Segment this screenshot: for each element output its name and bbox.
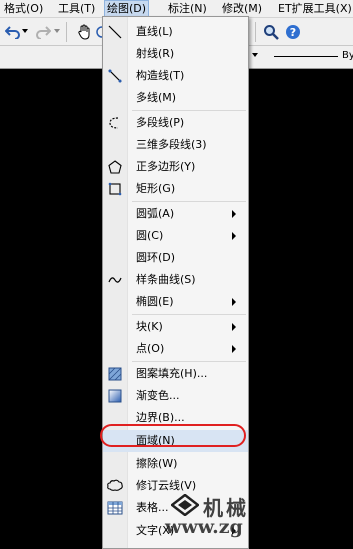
menu-item-line[interactable]: 直线(L) bbox=[103, 21, 248, 43]
menu-item-label: 边界(B)... bbox=[136, 411, 185, 424]
line-icon bbox=[107, 24, 123, 40]
menu-item-label: 擦除(W) bbox=[136, 457, 178, 470]
submenu-arrow-icon bbox=[232, 298, 236, 306]
toolbar-separator bbox=[66, 22, 67, 42]
menu-draw[interactable]: 绘图(D) bbox=[104, 0, 150, 17]
submenu-arrow-icon bbox=[232, 210, 236, 218]
hatch-icon bbox=[107, 366, 123, 382]
menu-item-polygon[interactable]: 正多边形(Y) bbox=[103, 156, 248, 178]
menu-item-label: 多段线(P) bbox=[136, 116, 185, 129]
menu-item-label: 文字(X) bbox=[136, 524, 175, 537]
menu-item-polyline[interactable]: 多段线(P) bbox=[103, 112, 248, 134]
menu-item-label: 椭圆(E) bbox=[136, 295, 174, 308]
menu-item-donut[interactable]: 圆环(D) bbox=[103, 247, 248, 269]
submenu-arrow-icon bbox=[232, 323, 236, 331]
menu-item-label: 圆(C) bbox=[136, 229, 164, 242]
menu-item-label: 面域(N) bbox=[136, 434, 175, 447]
menu-separator bbox=[132, 361, 246, 362]
menu-item-construction-line[interactable]: 构造线(T) bbox=[103, 65, 248, 87]
construction-line-icon bbox=[107, 68, 123, 84]
menu-item-label: 渐变色... bbox=[136, 389, 180, 402]
menu-item-label: 块(K) bbox=[136, 320, 163, 333]
menu-item-label: 图案填充(H)... bbox=[136, 367, 208, 380]
submenu-arrow-icon bbox=[232, 232, 236, 240]
menu-item-label: 点(O) bbox=[136, 342, 165, 355]
menu-item-label: 修订云线(V) bbox=[136, 479, 197, 492]
menu-format[interactable]: 格式(O) bbox=[2, 1, 45, 16]
menu-item-text[interactable]: 文字(X) bbox=[103, 520, 248, 542]
lineweight-combo[interactable]: By bbox=[342, 50, 353, 61]
pan-hand-icon[interactable] bbox=[76, 23, 94, 41]
menu-item-multiline[interactable]: 多线(M) bbox=[103, 87, 248, 109]
menu-item-region[interactable]: 面域(N) bbox=[103, 430, 248, 452]
menu-item-label: 多线(M) bbox=[136, 91, 177, 104]
menu-item-gradient[interactable]: 渐变色... bbox=[103, 385, 248, 407]
menu-item-revision-cloud[interactable]: 修订云线(V) bbox=[103, 475, 248, 497]
menu-item-label: 射线(R) bbox=[136, 47, 175, 60]
menu-item-label: 矩形(G) bbox=[136, 182, 176, 195]
polyline-icon bbox=[107, 115, 123, 131]
menu-separator bbox=[132, 110, 246, 111]
menu-item-table[interactable]: 表格... bbox=[103, 497, 248, 519]
menu-item-point[interactable]: 点(O) bbox=[103, 338, 248, 360]
menu-item-boundary[interactable]: 边界(B)... bbox=[103, 407, 248, 429]
submenu-arrow-icon bbox=[232, 527, 236, 535]
menu-item-rectangle[interactable]: 矩形(G) bbox=[103, 178, 248, 200]
submenu-arrow-icon bbox=[232, 345, 236, 353]
menu-item-label: 正多边形(Y) bbox=[136, 160, 196, 173]
menu-separator bbox=[132, 201, 246, 202]
menu-item-arc[interactable]: 圆弧(A) bbox=[103, 203, 248, 225]
help-icon[interactable]: ? bbox=[284, 23, 302, 41]
revcloud-icon bbox=[107, 478, 123, 494]
menu-item-label: 圆环(D) bbox=[136, 251, 176, 264]
layer-dropdown-arrow-icon[interactable] bbox=[252, 53, 258, 57]
gradient-icon bbox=[107, 388, 123, 404]
menu-item-label: 圆弧(A) bbox=[136, 207, 175, 220]
menu-item-block[interactable]: 块(K) bbox=[103, 316, 248, 338]
menu-item-wipeout[interactable]: 擦除(W) bbox=[103, 453, 248, 475]
menu-item-label: 直线(L) bbox=[136, 25, 173, 38]
redo-icon[interactable] bbox=[34, 24, 52, 40]
spline-icon bbox=[107, 272, 123, 288]
menu-item-circle[interactable]: 圆(C) bbox=[103, 225, 248, 247]
rectangle-icon bbox=[107, 181, 123, 197]
menu-separator bbox=[132, 314, 246, 315]
menu-item-ray[interactable]: 射线(R) bbox=[103, 43, 248, 65]
properties-magnifier-icon[interactable] bbox=[262, 23, 280, 41]
menu-item-label: 表格... bbox=[136, 501, 169, 514]
menu-item-ellipse[interactable]: 椭圆(E) bbox=[103, 291, 248, 313]
menu-item-label: 三维多段线(3) bbox=[136, 138, 207, 151]
menu-item-label: 样条曲线(S) bbox=[136, 273, 196, 286]
menu-modify[interactable]: 修改(M) bbox=[220, 1, 264, 16]
redo-dropdown-icon[interactable] bbox=[54, 28, 60, 34]
menu-item-label: 构造线(T) bbox=[136, 69, 185, 82]
menu-item-spline[interactable]: 样条曲线(S) bbox=[103, 269, 248, 291]
menu-item-hatch[interactable]: 图案填充(H)... bbox=[103, 363, 248, 385]
undo-dropdown-icon[interactable] bbox=[22, 28, 28, 34]
menu-dimension[interactable]: 标注(N) bbox=[166, 1, 209, 16]
linetype-sample bbox=[274, 56, 338, 57]
polygon-icon bbox=[107, 159, 123, 175]
menu-tools[interactable]: 工具(T) bbox=[56, 1, 97, 16]
draw-menu: 直线(L) 射线(R) 构造线(T) 多线(M) 多段线(P) 三维多段线(3)… bbox=[102, 16, 249, 549]
table-icon bbox=[107, 500, 123, 516]
toolbar-separator bbox=[255, 22, 256, 42]
menu-item-3d-polyline[interactable]: 三维多段线(3) bbox=[103, 134, 248, 156]
svg-text:?: ? bbox=[290, 26, 296, 39]
menu-et-express-tools[interactable]: ET扩展工具(X) bbox=[276, 1, 353, 16]
undo-icon[interactable] bbox=[4, 24, 22, 40]
